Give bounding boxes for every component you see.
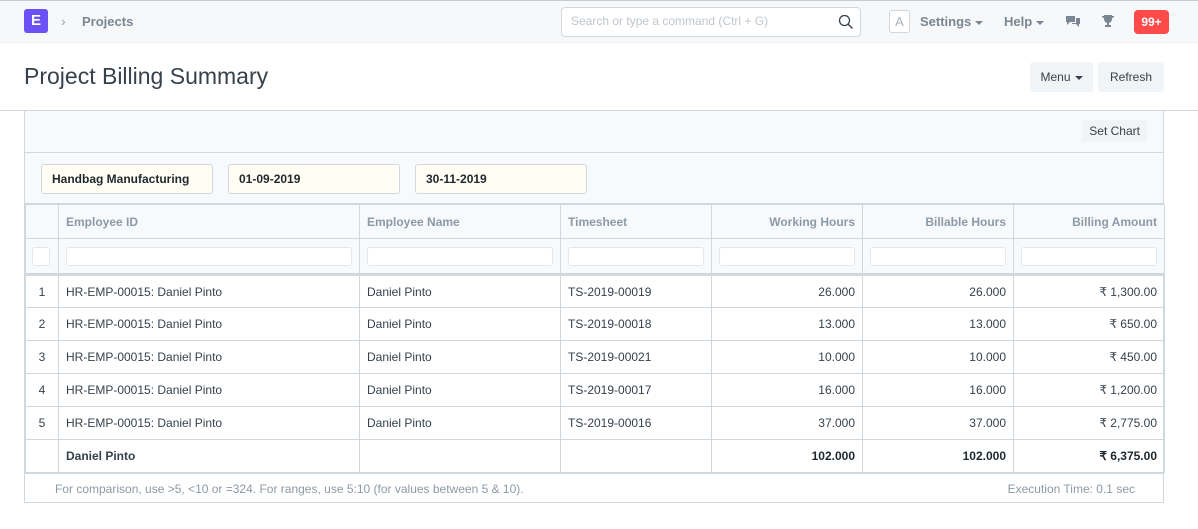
employee-name-cell[interactable]: Daniel Pinto [359,340,561,374]
total-empty-cell [560,439,712,473]
menu-label: Menu [1040,70,1071,84]
column-header-working-hours[interactable]: Working Hours [711,204,863,239]
working-hours-cell[interactable]: 13.000 [711,307,863,341]
trophy-icon[interactable] [1099,12,1117,30]
column-header-timesheet[interactable]: Timesheet [560,204,712,239]
refresh-button[interactable]: Refresh [1098,62,1164,92]
report-container: Set Chart Handbag Manufacturing 01-09-20… [24,111,1165,503]
chart-area: Set Chart [25,111,1163,153]
employee-name-cell[interactable]: Daniel Pinto [359,373,561,407]
total-empty-cell [359,439,561,473]
app-logo[interactable]: E [24,9,48,33]
timesheet-cell[interactable]: TS-2019-00021 [560,340,712,374]
column-header-employee-id[interactable]: Employee ID [58,204,360,239]
header-row: Employee ID Employee Name Timesheet Work… [25,204,1165,239]
employee-id-cell[interactable]: HR-EMP-00015: Daniel Pinto [58,340,360,374]
help-label: Help [1004,14,1033,29]
total-label: Daniel Pinto [58,439,360,473]
row-index: 4 [25,373,59,407]
billing-amount-cell[interactable]: ₹ 1,200.00 [1013,373,1165,407]
working-hours-filter-input[interactable] [719,246,855,266]
caret-down-icon [1074,75,1083,80]
project-filter[interactable]: Handbag Manufacturing [41,164,213,194]
execution-time: Execution Time: 0.1 sec [1007,482,1135,496]
total-billable-hours: 102.000 [862,439,1014,473]
breadcrumb-projects[interactable]: Projects [82,14,133,29]
user-avatar[interactable]: A [889,10,910,33]
report-table: Employee ID Employee Name Timesheet Work… [25,204,1165,473]
working-hours-cell[interactable]: 37.000 [711,406,863,440]
search-icon[interactable] [838,14,854,30]
search-input[interactable] [571,14,831,28]
column-header-index [25,204,59,239]
billable-hours-cell[interactable]: 37.000 [862,406,1014,440]
row-index: 5 [25,406,59,440]
navbar: E › Projects A Settings Help 99+ [0,0,1198,43]
timesheet-cell[interactable]: TS-2019-00017 [560,373,712,407]
billable-hours-cell[interactable]: 16.000 [862,373,1014,407]
working-hours-cell[interactable]: 26.000 [711,274,863,308]
billable-hours-cell[interactable]: 13.000 [862,307,1014,341]
table-row[interactable]: 2 HR-EMP-00015: Daniel Pinto Daniel Pint… [25,307,1165,341]
employee-name-cell[interactable]: Daniel Pinto [359,274,561,308]
total-index-cell [25,439,59,473]
billable-hours-filter-input[interactable] [870,246,1006,266]
billing-amount-cell[interactable]: ₹ 2,775.00 [1013,406,1165,440]
total-billing-amount: ₹ 6,375.00 [1013,439,1165,473]
table-row[interactable]: 4 HR-EMP-00015: Daniel Pinto Daniel Pint… [25,373,1165,407]
employee-id-cell[interactable]: HR-EMP-00015: Daniel Pinto [58,406,360,440]
menu-button[interactable]: Menu [1030,62,1093,92]
timesheet-cell[interactable]: TS-2019-00018 [560,307,712,341]
settings-dropdown[interactable]: Settings [920,14,984,29]
employee-name-cell[interactable]: Daniel Pinto [359,307,561,341]
page-header: Project Billing Summary Menu Refresh [0,43,1198,111]
filter-bar: Handbag Manufacturing 01-09-2019 30-11-2… [25,153,1163,204]
employee-name-filter-input[interactable] [367,246,553,266]
timesheet-cell[interactable]: TS-2019-00019 [560,274,712,308]
from-date-filter[interactable]: 01-09-2019 [228,164,400,194]
row-index: 3 [25,340,59,374]
caret-down-icon [1036,20,1045,25]
set-chart-button[interactable]: Set Chart [1082,120,1147,142]
employee-id-filter-input[interactable] [66,246,352,266]
table-row[interactable]: 1 HR-EMP-00015: Daniel Pinto Daniel Pint… [25,274,1165,308]
select-all-checkbox[interactable] [32,246,50,266]
billing-amount-cell[interactable]: ₹ 450.00 [1013,340,1165,374]
page-title: Project Billing Summary [24,63,269,89]
settings-label: Settings [920,14,972,29]
chat-icon[interactable] [1064,12,1082,30]
report-footer: For comparison, use >5, <10 or =324. For… [25,473,1164,503]
billable-hours-cell[interactable]: 10.000 [862,340,1014,374]
column-header-employee-name[interactable]: Employee Name [359,204,561,239]
row-index: 2 [25,307,59,341]
billing-amount-cell[interactable]: ₹ 1,300.00 [1013,274,1165,308]
employee-id-cell[interactable]: HR-EMP-00015: Daniel Pinto [58,307,360,341]
column-filter-row [25,238,1165,276]
caret-down-icon [975,20,984,25]
employee-name-cell[interactable]: Daniel Pinto [359,406,561,440]
to-date-filter[interactable]: 30-11-2019 [415,164,587,194]
billable-hours-cell[interactable]: 26.000 [862,274,1014,308]
search-bar[interactable] [561,7,861,37]
table-row[interactable]: 5 HR-EMP-00015: Daniel Pinto Daniel Pint… [25,406,1165,440]
timesheet-cell[interactable]: TS-2019-00016 [560,406,712,440]
column-header-billable-hours[interactable]: Billable Hours [862,204,1014,239]
employee-id-cell[interactable]: HR-EMP-00015: Daniel Pinto [58,373,360,407]
total-row: Daniel Pinto 102.000 102.000 ₹ 6,375.00 [25,439,1165,473]
table-row[interactable]: 3 HR-EMP-00015: Daniel Pinto Daniel Pint… [25,340,1165,374]
row-index: 1 [25,274,59,308]
column-header-billing-amount[interactable]: Billing Amount [1013,204,1165,239]
billing-amount-cell[interactable]: ₹ 650.00 [1013,307,1165,341]
filter-hint: For comparison, use >5, <10 or =324. For… [55,482,524,496]
timesheet-filter-input[interactable] [568,246,704,266]
help-dropdown[interactable]: Help [1004,14,1045,29]
billing-amount-filter-input[interactable] [1021,246,1157,266]
chevron-right-icon: › [61,13,66,29]
total-working-hours: 102.000 [711,439,863,473]
working-hours-cell[interactable]: 16.000 [711,373,863,407]
working-hours-cell[interactable]: 10.000 [711,340,863,374]
employee-id-cell[interactable]: HR-EMP-00015: Daniel Pinto [58,274,360,308]
notifications-badge[interactable]: 99+ [1134,10,1169,34]
